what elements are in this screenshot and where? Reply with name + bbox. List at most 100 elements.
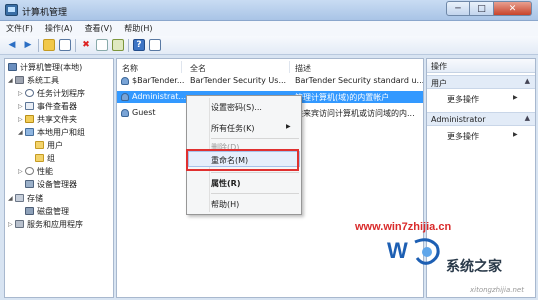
services-icon: [15, 220, 24, 228]
menu-separator: [211, 172, 299, 173]
tree-item-storage[interactable]: ◢ 存储: [8, 192, 43, 204]
users-group-icon: [25, 128, 34, 136]
forward-arrow-icon[interactable]: ▶: [22, 39, 34, 51]
close-button[interactable]: ✕: [494, 1, 532, 16]
collapse-arrow-icon[interactable]: ▲: [525, 114, 530, 122]
tree-item-disk-management[interactable]: 磁盘管理: [25, 205, 69, 217]
table-row[interactable]: $BarTender... BarTender Security Us... B…: [117, 75, 423, 87]
tree-item-shared-folders[interactable]: ▷ 共享文件夹: [18, 113, 77, 125]
minimize-button[interactable]: ─: [446, 1, 470, 16]
storage-icon: [15, 194, 24, 202]
menu-bar: 文件(F) 操作(A) 查看(V) 帮助(H): [0, 21, 538, 36]
row-name: Administrat...: [132, 92, 186, 101]
tree-item-system-tools[interactable]: ◢ 系统工具: [8, 74, 59, 86]
annotation-highlight-box: [186, 149, 299, 171]
tree-item-services-apps[interactable]: ▷ 服务和应用程序: [8, 218, 83, 230]
tree-item-local-users-groups[interactable]: ◢ 本地用户和组: [18, 126, 85, 138]
tree-item-label: 组: [47, 153, 55, 163]
column-separator[interactable]: [181, 61, 182, 73]
watermark-logo-icon: W: [387, 238, 440, 265]
performance-icon: [25, 167, 34, 175]
user-icon: [121, 77, 129, 85]
actions-section-administrator[interactable]: Administrator ▲: [427, 112, 535, 126]
section-label: 用户: [431, 79, 447, 88]
up-folder-icon[interactable]: [43, 39, 55, 51]
expand-arrow-icon[interactable]: ▷: [18, 116, 25, 123]
menu-file[interactable]: 文件(F): [6, 23, 33, 34]
toolbar: ◀ ▶ ✖ ?: [0, 36, 538, 55]
row-description: 供来宾访问计算机或访问域的内...: [295, 109, 415, 118]
submenu-arrow-icon: ▶: [286, 123, 291, 130]
tree-item-label: 用户: [47, 140, 63, 150]
menu-item-all-tasks[interactable]: 所有任务(K) ▶: [211, 123, 291, 134]
column-header-fullname[interactable]: 全名: [190, 63, 206, 74]
menu-action[interactable]: 操作(A): [45, 23, 73, 34]
watermark-brand: 系统之家: [446, 258, 502, 274]
expand-arrow-icon[interactable]: ▷: [18, 103, 25, 110]
tree-item-device-manager[interactable]: 设备管理器: [25, 178, 77, 190]
help-icon[interactable]: ?: [133, 39, 145, 51]
menu-help[interactable]: 帮助(H): [124, 23, 152, 34]
menu-item-properties[interactable]: 属性(R): [211, 178, 240, 189]
svg-text:W: W: [387, 238, 408, 263]
collapse-arrow-icon[interactable]: ▲: [525, 77, 530, 85]
navigation-tree: 计算机管理(本地) ◢ 系统工具 ▷ 任务计划程序 ▷ 事件查看器 ▷ 共享文件…: [4, 58, 114, 298]
actions-section-users[interactable]: 用户 ▲: [427, 75, 535, 89]
column-separator[interactable]: [289, 61, 290, 73]
window-title: 计算机管理: [22, 8, 68, 18]
device-manager-icon: [25, 180, 34, 188]
expand-arrow-icon[interactable]: ▷: [18, 90, 25, 97]
more-actions-administrator[interactable]: 更多操作 ▶: [447, 131, 518, 142]
properties-icon[interactable]: [96, 39, 108, 51]
tree-item-event-viewer[interactable]: ▷ 事件查看器: [18, 100, 77, 112]
computer-icon: [8, 63, 17, 71]
tree-item-label: 任务计划程序: [37, 88, 85, 98]
tree-item-label: 本地用户和组: [37, 127, 85, 137]
menu-view[interactable]: 查看(V): [85, 23, 113, 34]
back-arrow-icon[interactable]: ◀: [6, 39, 18, 51]
submenu-arrow-icon: ▶: [513, 131, 518, 138]
tree-item-users[interactable]: 用户: [35, 139, 63, 151]
expand-arrow-icon[interactable]: ▷: [18, 168, 25, 175]
expand-arrow-icon[interactable]: ◢: [18, 129, 25, 136]
column-header-description[interactable]: 描述: [295, 63, 311, 74]
column-header-name[interactable]: 名称: [122, 63, 138, 74]
row-description: 管理计算机(域)的内置帐户: [295, 93, 390, 102]
disk-icon: [25, 207, 34, 215]
menu-item-label: 所有任务(K): [211, 124, 255, 133]
window-controls: ─ □ ✕: [446, 1, 532, 16]
toolbar-separator: [38, 38, 39, 52]
tree-item-label: 服务和应用程序: [27, 219, 83, 229]
folder-icon: [35, 141, 44, 149]
export-list-icon[interactable]: [112, 39, 124, 51]
mmc-pane-icon[interactable]: [149, 39, 161, 51]
tree-item-performance[interactable]: ▷ 性能: [18, 165, 53, 177]
more-actions-label: 更多操作: [447, 132, 479, 141]
more-actions-label: 更多操作: [447, 95, 479, 104]
tree-item-computer-management[interactable]: 计算机管理(本地): [8, 61, 82, 73]
title-bar: 计算机管理 ─ □ ✕: [0, 0, 538, 21]
section-label: Administrator: [431, 115, 486, 124]
more-actions-users[interactable]: 更多操作 ▶: [447, 94, 518, 105]
menu-item-help[interactable]: 帮助(H): [211, 199, 239, 210]
tree-item-label: 设备管理器: [37, 179, 77, 189]
tree-item-groups[interactable]: 组: [35, 152, 55, 164]
row-fullname: BarTender Security Us...: [190, 76, 287, 85]
row-name: Guest: [132, 108, 156, 117]
row-description: BarTender Security standard u...: [295, 76, 423, 85]
tree-item-task-scheduler[interactable]: ▷ 任务计划程序: [18, 87, 85, 99]
delete-icon[interactable]: ✖: [80, 39, 92, 51]
expand-arrow-icon[interactable]: ▷: [8, 221, 15, 228]
row-name: $BarTender...: [132, 76, 185, 85]
show-hide-tree-icon[interactable]: [59, 39, 71, 51]
clock-icon: [25, 89, 34, 97]
submenu-arrow-icon: ▶: [513, 94, 518, 101]
user-icon: [121, 93, 129, 101]
expand-arrow-icon[interactable]: ◢: [8, 195, 15, 202]
expand-arrow-icon[interactable]: ◢: [8, 77, 15, 84]
tree-item-label: 共享文件夹: [37, 114, 77, 124]
tree-item-label: 计算机管理(本地): [20, 62, 83, 72]
menu-item-set-password[interactable]: 设置密码(S)...: [211, 102, 262, 113]
maximize-button[interactable]: □: [470, 1, 494, 16]
toolbar-separator: [128, 38, 129, 52]
